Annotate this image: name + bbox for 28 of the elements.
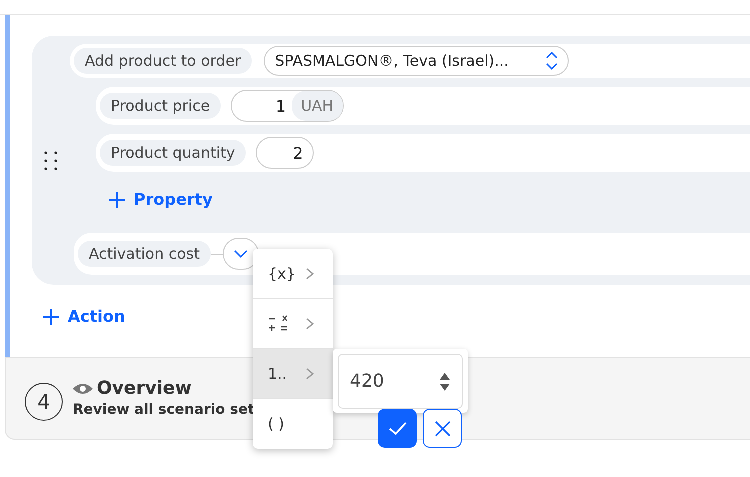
eye-icon xyxy=(73,382,93,394)
drag-handle-icon[interactable] xyxy=(44,150,58,170)
menu-item[interactable]: {x} xyxy=(253,249,333,299)
add-action-link[interactable]: Action xyxy=(42,307,126,326)
field-label: Product price xyxy=(100,93,222,119)
value-field[interactable]: 2 xyxy=(256,137,314,169)
chevron-down-icon xyxy=(234,250,248,258)
product-select[interactable]: SPASMALGON®, Teva (Israel)... xyxy=(264,46,570,76)
step-number: 4 xyxy=(25,383,63,421)
plus-icon xyxy=(108,190,126,208)
menu-item[interactable]: 1.. xyxy=(253,349,333,399)
number-input[interactable]: 420 xyxy=(338,354,463,409)
value-field[interactable]: 1 UAH xyxy=(231,90,344,122)
menu-item[interactable]: ( ) xyxy=(253,399,333,449)
step-description: Review all scenario set xyxy=(73,402,255,418)
confirm-button[interactable] xyxy=(378,409,417,448)
plus-icon xyxy=(42,308,60,326)
field-label: Activation cost xyxy=(78,241,211,267)
sort-icon xyxy=(546,52,558,70)
close-icon xyxy=(434,420,450,436)
field-label: Add product to order xyxy=(74,48,252,74)
value-dropdown[interactable] xyxy=(222,238,259,270)
unit-label: UAH xyxy=(292,91,343,121)
cancel-button[interactable] xyxy=(423,409,462,448)
field-label: Product quantity xyxy=(100,140,246,166)
add-property-link[interactable]: Property xyxy=(108,190,213,209)
step-title: Overview xyxy=(97,378,192,399)
checkmark-icon xyxy=(388,422,406,436)
